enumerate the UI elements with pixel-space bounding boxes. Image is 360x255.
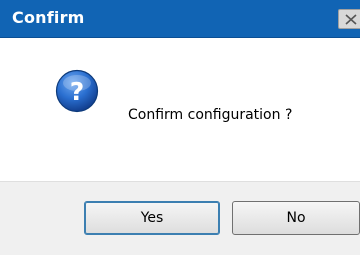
svg-text:?: ? <box>70 77 85 106</box>
question-icon: ? <box>55 69 99 113</box>
close-button[interactable] <box>338 9 360 29</box>
confirm-message: Confirm configuration ? <box>128 107 293 123</box>
no-button[interactable]: No <box>232 201 360 235</box>
window-title: Confirm <box>12 8 85 27</box>
yes-button[interactable]: Yes <box>84 201 220 235</box>
confirm-dialog: Confirm ? Confirm configuration ? Yes No <box>0 0 360 255</box>
title-bar[interactable]: Confirm <box>0 0 360 38</box>
close-icon <box>345 14 357 25</box>
